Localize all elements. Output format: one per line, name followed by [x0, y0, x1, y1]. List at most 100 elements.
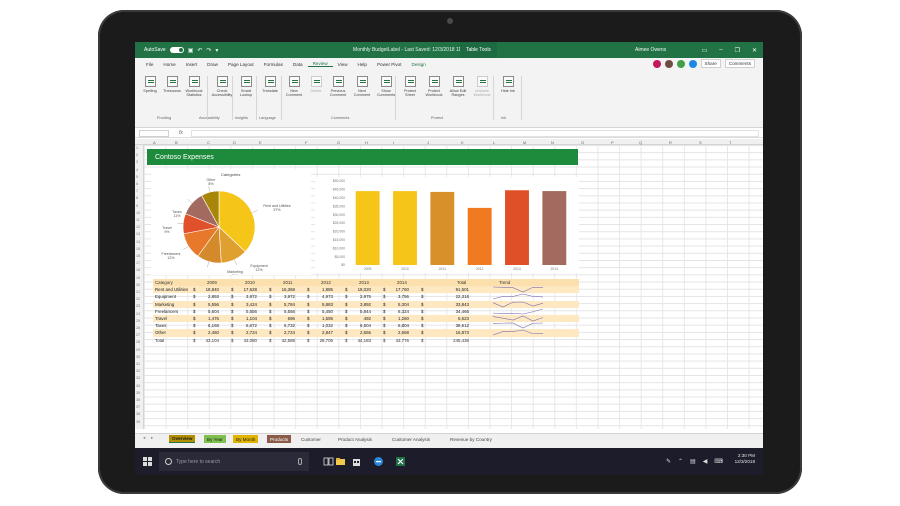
value-cell[interactable]: 5,784 [273, 302, 295, 307]
sheet-tab-product-analysis[interactable]: Product Analysis [335, 435, 375, 443]
column-header[interactable]: O [581, 140, 584, 145]
table-header-cell[interactable]: 2010 [245, 280, 255, 285]
ribbon-button-workbook-statistics[interactable]: Workbook Statistics [183, 76, 205, 98]
customize-qat-icon[interactable]: ▾ [215, 47, 218, 54]
redo-icon[interactable]: ↷ [206, 47, 211, 54]
row-header[interactable]: 27 [136, 333, 140, 337]
table-header-cell[interactable]: Category [155, 280, 173, 285]
row-header[interactable]: 13 [136, 232, 140, 236]
row-header[interactable]: 5 [136, 175, 138, 179]
column-header[interactable]: H [365, 140, 368, 145]
ribbon-button-show-comments[interactable]: Show Comments [375, 76, 397, 98]
column-header[interactable]: J [427, 140, 429, 145]
value-cell[interactable]: 5,556 [197, 302, 219, 307]
value-cell[interactable]: 16,873 [447, 330, 469, 335]
row-header[interactable]: 18 [136, 268, 140, 272]
collaborator-avatar[interactable] [652, 59, 661, 68]
ribbon-button-allow-edit-ranges[interactable]: Allow Edit Ranges [447, 76, 469, 98]
function-icon[interactable]: fx [179, 130, 183, 136]
excel-icon[interactable] [395, 456, 406, 467]
row-header[interactable]: 3 [136, 160, 138, 164]
bar-2010[interactable] [393, 191, 417, 265]
tab-formulas[interactable]: Formulas [259, 62, 288, 67]
value-cell[interactable]: 38,612 [447, 323, 469, 328]
keyboard-icon[interactable]: ⌨ [714, 458, 723, 465]
table-header-cell[interactable]: 2012 [321, 280, 331, 285]
autosave-toggle[interactable] [169, 47, 184, 53]
column-header[interactable]: R [669, 140, 672, 145]
file-explorer-icon[interactable] [335, 456, 346, 467]
value-cell[interactable]: 43,104 [197, 338, 219, 343]
collaborator-avatar[interactable] [664, 59, 673, 68]
value-cell[interactable]: 1,885 [311, 287, 333, 292]
column-header[interactable]: N [551, 140, 554, 145]
value-cell[interactable]: 91,501 [447, 287, 469, 292]
value-cell[interactable]: 3,975 [349, 294, 371, 299]
row-header[interactable]: 35 [136, 391, 140, 395]
row-header[interactable]: 25 [136, 319, 140, 323]
sheet-tab-customer-analysis[interactable]: Customer Analysis [389, 435, 433, 443]
value-cell[interactable]: 5,450 [311, 309, 333, 314]
row-header[interactable]: 28 [136, 340, 140, 344]
row-header[interactable]: 14 [136, 240, 140, 244]
row-header[interactable]: 21 [136, 290, 140, 294]
category-cell[interactable]: Total [155, 338, 164, 343]
store-icon[interactable] [351, 456, 362, 467]
minimize-icon[interactable]: – [719, 47, 722, 54]
row-header[interactable]: 9 [136, 204, 138, 208]
pen-icon[interactable]: ✎ [666, 458, 671, 465]
category-cell[interactable]: Marketing [155, 302, 174, 307]
ribbon-button-previous-comment[interactable]: Previous Comment [327, 76, 349, 98]
row-header[interactable]: 20 [136, 283, 140, 287]
row-header[interactable]: 26 [136, 326, 140, 330]
row-header[interactable]: 8 [136, 196, 138, 200]
ribbon-button-new-comment[interactable]: New Comment [283, 76, 305, 98]
ribbon-button-next-comment[interactable]: Next Comment [351, 76, 373, 98]
pie-chart[interactable]: Categories Rent and Utilities 37% Equipmen… [151, 169, 311, 275]
value-cell[interactable]: 2,460 [197, 330, 219, 335]
value-cell[interactable]: 1,104 [235, 316, 257, 321]
row-header[interactable]: 4 [136, 168, 138, 172]
next-sheet-icon[interactable]: ▸ [151, 435, 153, 441]
save-icon[interactable]: ▣ [188, 47, 194, 54]
value-cell[interactable]: 5,604 [197, 309, 219, 314]
row-header[interactable]: 38 [136, 412, 140, 416]
comments-button[interactable]: Comments [724, 59, 755, 68]
column-header[interactable]: S [699, 140, 702, 145]
collaborator-avatar[interactable] [688, 59, 697, 68]
tab-help[interactable]: Help [353, 62, 372, 67]
value-cell[interactable]: 17,628 [235, 287, 257, 292]
column-header[interactable]: F [305, 140, 307, 145]
ribbon-button-spelling[interactable]: Spelling [139, 76, 161, 93]
tab-power-pivot[interactable]: Power Pivot [372, 62, 407, 67]
column-header[interactable]: L [493, 140, 495, 145]
tab-review[interactable]: Review [307, 61, 333, 67]
table-header-cell[interactable]: 2011 [283, 280, 292, 285]
value-cell[interactable]: 16,368 [273, 287, 295, 292]
prev-sheet-icon[interactable]: ◂ [143, 435, 145, 441]
volume-icon[interactable]: ◀ [703, 458, 708, 465]
ribbon-button-protect-workbook[interactable]: Protect Workbook [423, 76, 445, 98]
row-header[interactable]: 7 [136, 189, 138, 193]
table-header-cell[interactable]: 2014 [397, 280, 407, 285]
ribbon-button-translate[interactable]: Translate [259, 76, 281, 93]
category-cell[interactable]: Travel [155, 316, 167, 321]
value-cell[interactable]: 34,466 [447, 309, 469, 314]
value-cell[interactable]: 6,324 [387, 309, 409, 314]
row-header[interactable]: 30 [136, 355, 140, 359]
value-cell[interactable]: 2,724 [273, 330, 295, 335]
value-cell[interactable]: 22,318 [447, 294, 469, 299]
row-header[interactable]: 15 [136, 247, 140, 251]
table-header-cell[interactable]: 2009 [207, 280, 217, 285]
value-cell[interactable]: 3,424 [235, 302, 257, 307]
tab-insert[interactable]: Insert [181, 62, 203, 67]
row-header[interactable]: 17 [136, 261, 140, 265]
row-header[interactable]: 39 [136, 420, 140, 424]
value-cell[interactable]: 18,020 [349, 287, 371, 292]
column-header[interactable]: B [175, 140, 178, 145]
share-button[interactable]: Share [700, 59, 721, 68]
category-cell[interactable]: Other [155, 330, 166, 335]
column-header[interactable]: Q [639, 140, 642, 145]
ribbon-button-unshare-workbook[interactable]: Unshare Workbook [471, 76, 493, 98]
row-header[interactable]: 37 [136, 405, 140, 409]
